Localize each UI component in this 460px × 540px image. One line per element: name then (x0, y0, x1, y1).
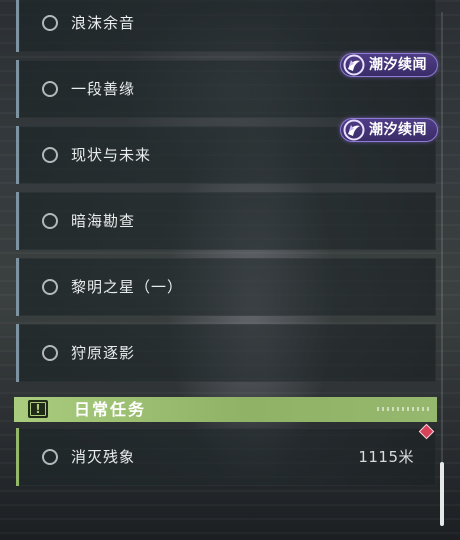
radio-circle-icon (42, 15, 58, 31)
quest-list[interactable]: 浪沫余音 一段善缘 现状与未来 暗海勘查 黎明之星（一） 狩原逐影 潮汐续闻 潮… (0, 0, 460, 540)
radio-circle-icon (42, 147, 58, 163)
radio-circle-icon (42, 213, 58, 229)
event-badge: 潮汐续闻 (340, 118, 438, 142)
tidal-swirl-icon (343, 119, 365, 141)
radio-circle-icon (42, 81, 58, 97)
badge-label: 潮汐续闻 (369, 57, 427, 73)
quest-label: 黎明之星（一） (71, 278, 184, 296)
quest-label: 狩原逐影 (71, 344, 136, 362)
quest-label: 现状与未来 (71, 146, 152, 164)
quest-label: 浪沫余音 (71, 14, 136, 32)
quest-item[interactable]: 暗海勘查 (16, 192, 436, 250)
event-badge: 潮汐续闻 (340, 53, 438, 77)
quest-distance: 1115米 (358, 448, 414, 466)
scrollbar-track[interactable] (441, 12, 443, 526)
tidal-swirl-icon (343, 54, 365, 76)
quest-item[interactable]: 狩原逐影 (16, 324, 436, 382)
radio-circle-icon (42, 345, 58, 361)
badge-label: 潮汐续闻 (369, 122, 427, 138)
scrollbar-thumb[interactable] (440, 462, 444, 526)
quest-label: 消灭残象 (71, 448, 136, 466)
daily-quest-section-header[interactable]: ! 日常任务 (14, 397, 437, 422)
daily-quest-item[interactable]: 消灭残象 1115米 (16, 428, 436, 486)
quest-item[interactable]: 黎明之星（一） (16, 258, 436, 316)
quest-item[interactable]: 浪沫余音 (16, 0, 436, 52)
quest-label: 一段善缘 (71, 80, 136, 98)
radio-circle-icon (42, 279, 58, 295)
radio-circle-icon (42, 449, 58, 465)
quest-label: 暗海勘查 (71, 212, 136, 230)
exclamation-box-icon: ! (28, 400, 48, 418)
decorative-pattern (377, 407, 429, 411)
section-title: 日常任务 (74, 400, 147, 419)
